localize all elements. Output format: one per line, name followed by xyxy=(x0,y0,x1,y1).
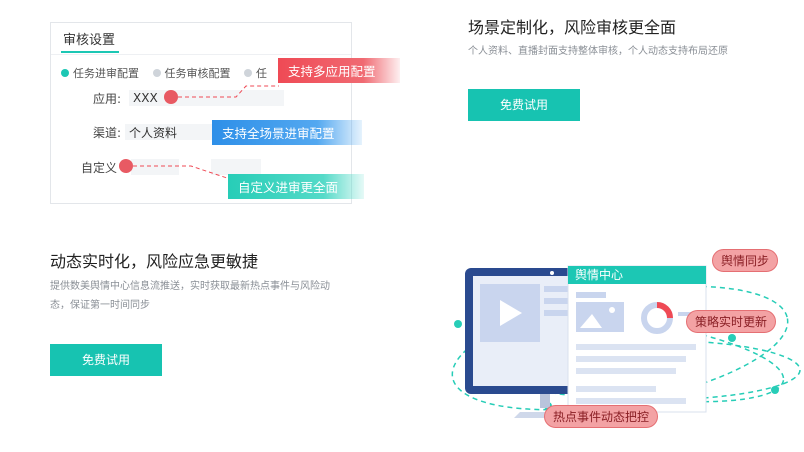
all-scene-callout: 支持全场景进审配置 xyxy=(212,120,362,145)
custom-label: 自定义 xyxy=(81,161,118,175)
tab-truncated[interactable]: 任 xyxy=(244,65,267,81)
app-pin-icon xyxy=(164,90,178,104)
tab-label: 任务审核配置 xyxy=(164,67,231,80)
config-tabs: 任务进审配置 任务审核配置 任 xyxy=(61,65,277,81)
tab-label: 任务进审配置 xyxy=(73,67,139,80)
radio-dot-icon xyxy=(244,69,252,77)
realtime-feature-description-line1: 提供数美舆情中心信息流推送，实时获取最新热点事件与风险动 xyxy=(50,281,330,292)
tab-task-review-config[interactable]: 任务审核配置 xyxy=(152,65,231,81)
custom-pin-icon xyxy=(119,159,133,173)
custom-field-1[interactable] xyxy=(131,159,179,175)
radio-dot-icon xyxy=(152,69,161,77)
app-label: 应用: xyxy=(93,92,122,106)
realtime-feature-description-line2: 态，保证第一时间同步 xyxy=(50,300,150,311)
panel-title: 舆情中心 xyxy=(575,268,624,282)
scene-feature-description: 个人资料、直播封面支持整体审核，个人动态支持布局还原 xyxy=(468,46,728,57)
custom-callout: 自定义进审更全面 xyxy=(228,174,364,199)
scene-feature-title: 场景定制化，风险审核更全面 xyxy=(468,18,677,37)
active-tab-underline xyxy=(61,51,119,53)
sync-badge: 舆情同步 xyxy=(712,249,779,272)
radio-dot-icon xyxy=(61,69,69,77)
realtime-feature-title: 动态实时化，风险应急更敏捷 xyxy=(50,252,259,271)
custom-field-2[interactable] xyxy=(211,159,261,175)
hotspot-badge: 热点事件动态把控 xyxy=(544,405,659,428)
tab-task-intake-config[interactable]: 任务进审配置 xyxy=(61,65,139,81)
scene-free-trial-button[interactable]: 免费试用 xyxy=(468,89,580,121)
realtime-free-trial-button[interactable]: 免费试用 xyxy=(50,344,162,376)
app-value: XXX xyxy=(133,91,158,105)
strategy-badge: 策略实时更新 xyxy=(686,310,777,333)
channel-label: 渠道: xyxy=(93,126,122,140)
sentiment-center-illustration: 舆情中心 舆情同步 策略实时更新 热点事件动态把控 xyxy=(440,240,804,452)
card-title: 审核设置 xyxy=(63,33,116,48)
divider xyxy=(51,54,351,55)
channel-value: 个人资料 xyxy=(129,126,178,140)
multi-app-callout: 支持多应用配置 xyxy=(278,58,400,83)
tab-label: 任 xyxy=(256,67,267,80)
